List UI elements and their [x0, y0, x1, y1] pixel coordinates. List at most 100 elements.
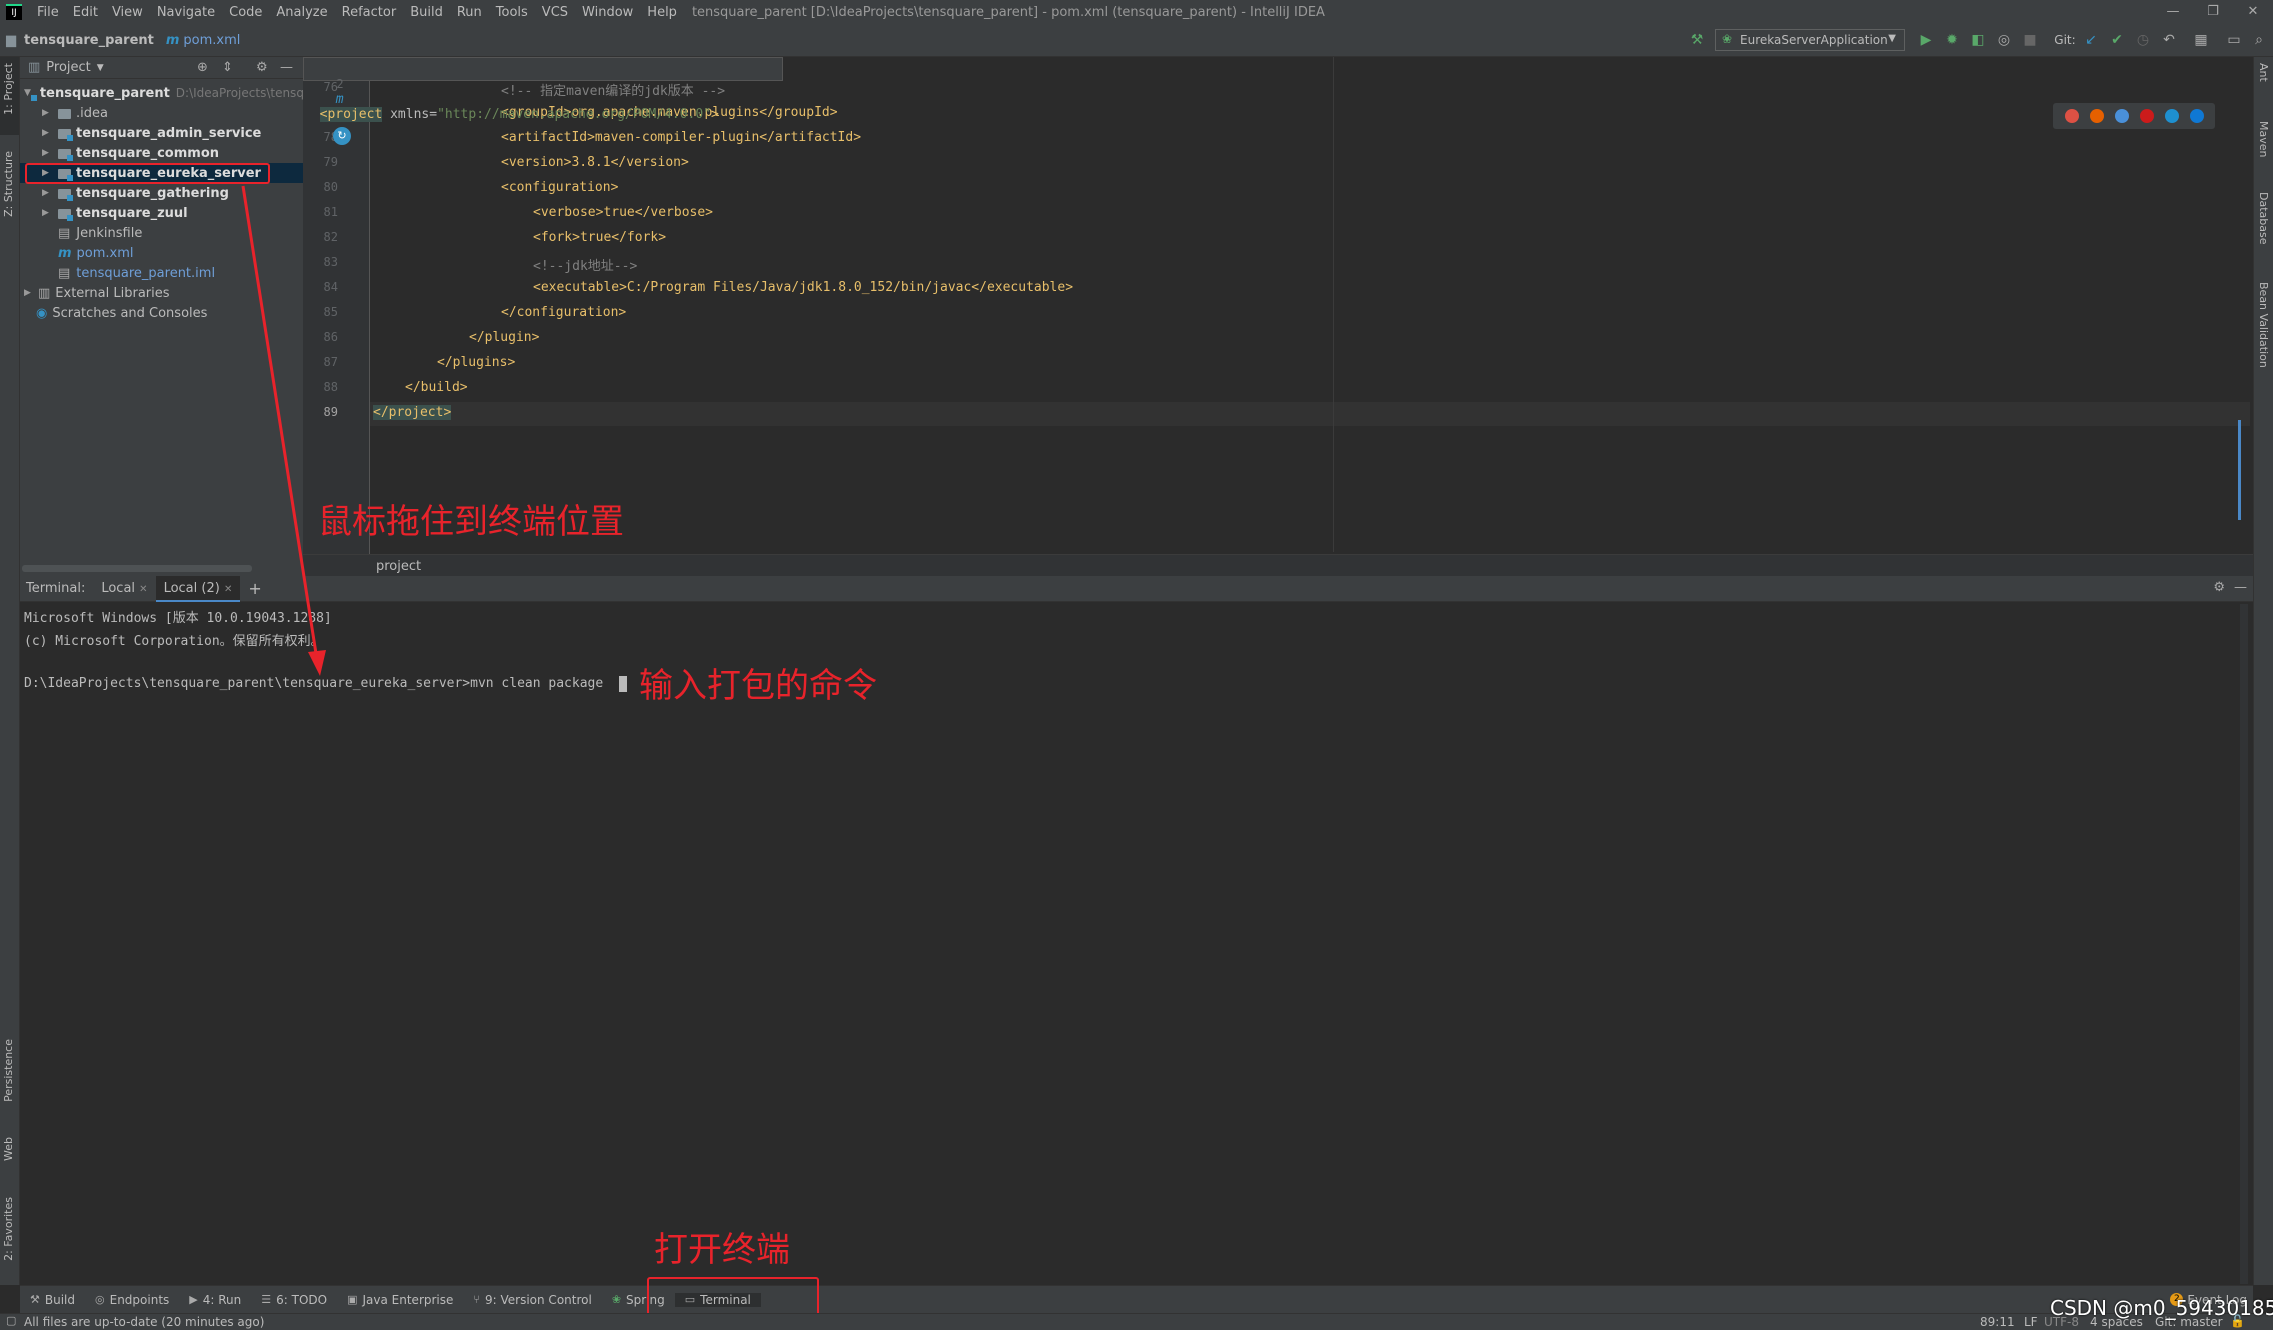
tool-button-run[interactable]: ▶ 4: Run: [179, 1293, 251, 1307]
line-number: 82: [323, 230, 338, 244]
menu-analyze[interactable]: Analyze: [269, 5, 334, 20]
firefox-icon[interactable]: [2089, 109, 2104, 123]
debug-icon[interactable]: ✹: [1943, 31, 1961, 49]
chevron-down-icon: ▼: [1888, 33, 1896, 44]
tool-tab-favorites[interactable]: 2: Favorites: [2, 1197, 15, 1261]
run-icon[interactable]: ▶: [1917, 31, 1935, 49]
safari-icon[interactable]: [2114, 109, 2129, 123]
breadcrumb-project[interactable]: tensquare_parent: [24, 33, 154, 48]
menu-help[interactable]: Help: [640, 5, 684, 20]
tool-button-version-control[interactable]: ⑂ 9: Version Control: [463, 1293, 601, 1307]
caret-position[interactable]: 89:11: [1980, 1315, 2015, 1329]
locate-icon[interactable]: ⊕: [197, 60, 208, 75]
terminal-tab-local-2[interactable]: Local (2) ✕: [155, 575, 241, 602]
opera-icon[interactable]: [2139, 109, 2154, 123]
tree-item-root[interactable]: ▼ tensquare_parent D:\IdeaProjects\tensq…: [20, 83, 312, 103]
tree-item-iml[interactable]: ▤ tensquare_parent.iml: [20, 263, 303, 283]
tree-item-zuul[interactable]: ▶ tensquare_zuul: [20, 203, 303, 223]
tree-item-admin-service[interactable]: ▶ tensquare_admin_service: [20, 123, 303, 143]
tool-tab-project[interactable]: 1: Project: [2, 63, 15, 115]
tool-button-build[interactable]: ⚒ Build: [20, 1293, 85, 1307]
menu-view[interactable]: View: [105, 5, 150, 20]
ie-icon[interactable]: [2164, 109, 2179, 123]
menu-file[interactable]: File: [30, 5, 66, 20]
search-icon[interactable]: ⌕: [2250, 31, 2268, 49]
annotation-open-text: 打开终端: [654, 1230, 790, 1270]
breadcrumb-project-tag[interactable]: project: [376, 559, 421, 574]
tool-button-todo[interactable]: ☰ 6: TODO: [251, 1293, 337, 1307]
menu-edit[interactable]: Edit: [66, 5, 105, 20]
breadcrumb-file[interactable]: pom.xml: [183, 33, 240, 48]
menu-run[interactable]: Run: [450, 5, 489, 20]
tree-item-idea[interactable]: ▶ .idea: [20, 103, 303, 123]
collapse-all-icon[interactable]: ⇕: [222, 60, 233, 75]
profile-icon[interactable]: ◎: [1995, 31, 2013, 49]
run-configuration-select[interactable]: ❀ EurekaServerApplication ▼: [1715, 29, 1905, 51]
project-panel-title[interactable]: Project: [46, 60, 90, 75]
line-separator[interactable]: LF: [2024, 1315, 2038, 1329]
tree-item-external-libraries[interactable]: ▶ ▥ External Libraries: [20, 283, 303, 303]
override-gutter-icon[interactable]: ↻: [333, 127, 351, 145]
menu-refactor[interactable]: Refactor: [335, 5, 404, 20]
tool-tab-persistence[interactable]: Persistence: [2, 1039, 15, 1102]
coverage-icon[interactable]: ◧: [1969, 31, 1987, 49]
tool-tab-maven[interactable]: Maven: [2257, 121, 2270, 157]
sticky-header[interactable]: 2 m <project xmlns="http://maven.apache.…: [303, 57, 783, 122]
close-icon[interactable]: ✕: [2233, 0, 2273, 24]
stop-icon[interactable]: ■: [2021, 31, 2039, 49]
terminal-line: (c) Microsoft Corporation。保留所有权利。: [24, 634, 324, 649]
project-structure-icon[interactable]: ▦: [2192, 31, 2210, 49]
tree-item-scratches[interactable]: ◉ Scratches and Consoles: [20, 303, 303, 323]
terminal-scrollbar[interactable]: [2240, 604, 2248, 1284]
chevron-down-icon[interactable]: ▼: [97, 63, 104, 73]
module-folder-icon: [58, 189, 73, 201]
menu-navigate[interactable]: Navigate: [150, 5, 222, 20]
close-icon[interactable]: ✕: [139, 584, 147, 595]
horizontal-scrollbar[interactable]: [22, 565, 252, 572]
menu-tools[interactable]: Tools: [489, 5, 535, 20]
close-icon[interactable]: ✕: [224, 584, 232, 595]
new-terminal-button[interactable]: +: [240, 576, 269, 602]
vcs-update-icon[interactable]: ↙: [2082, 31, 2100, 49]
hide-panel-icon[interactable]: —: [280, 60, 293, 75]
tree-item-gathering[interactable]: ▶ tensquare_gathering: [20, 183, 303, 203]
menu-build[interactable]: Build: [403, 5, 450, 20]
tool-tab-web[interactable]: Web: [2, 1137, 15, 1161]
tree-item-pom[interactable]: m pom.xml: [20, 243, 303, 263]
tool-tab-database[interactable]: Database: [2257, 192, 2270, 245]
hide-panel-icon[interactable]: —: [2234, 580, 2247, 595]
menu-window[interactable]: Window: [575, 5, 640, 20]
vcs-commit-icon[interactable]: ✔: [2108, 31, 2126, 49]
browser-popup: [2053, 103, 2215, 129]
gear-icon[interactable]: ⚙: [256, 60, 268, 75]
collapsed-arrow-icon: ▶: [42, 108, 49, 118]
tool-tab-structure[interactable]: Z: Structure: [2, 151, 15, 217]
terminal-output[interactable]: [20, 602, 2253, 1284]
vcs-revert-icon[interactable]: ↶: [2160, 31, 2178, 49]
terminal-tab-local[interactable]: Local ✕: [93, 576, 155, 602]
chrome-icon[interactable]: [2064, 109, 2079, 123]
line-number: 87: [323, 355, 338, 369]
hammer-icon[interactable]: ⚒: [1688, 31, 1706, 49]
tree-item-common[interactable]: ▶ tensquare_common: [20, 143, 303, 163]
tool-tab-bean-validation[interactable]: Bean Validation: [2257, 282, 2270, 368]
layout-icon[interactable]: ▭: [2225, 31, 2243, 49]
line-number: 89: [323, 405, 338, 419]
tool-button-endpoints[interactable]: ◎ Endpoints: [85, 1293, 179, 1307]
endpoints-icon: ◎: [95, 1293, 105, 1306]
tree-item-label: tensquare_common: [76, 145, 219, 161]
gear-icon[interactable]: ⚙: [2213, 580, 2225, 595]
terminal-command-line: D:\IdeaProjects\tensquare_parent\tensqua…: [24, 676, 604, 691]
edge-icon[interactable]: [2189, 109, 2204, 123]
tree-item-jenkinsfile[interactable]: ▤ Jenkinsfile: [20, 223, 303, 243]
code-line: <fork>true</fork>: [533, 230, 667, 245]
collapsed-arrow-icon: ▶: [42, 188, 49, 198]
vcs-history-icon[interactable]: ◷: [2134, 31, 2152, 49]
menu-code[interactable]: Code: [222, 5, 269, 20]
tool-button-java-enterprise[interactable]: ▣ Java Enterprise: [337, 1293, 463, 1307]
minimize-icon[interactable]: —: [2153, 0, 2193, 24]
tool-tab-ant[interactable]: Ant: [2257, 63, 2270, 82]
restore-icon[interactable]: ❐: [2193, 0, 2233, 24]
menu-vcs[interactable]: VCS: [535, 5, 575, 20]
tree-item-label: pom.xml: [76, 245, 134, 261]
